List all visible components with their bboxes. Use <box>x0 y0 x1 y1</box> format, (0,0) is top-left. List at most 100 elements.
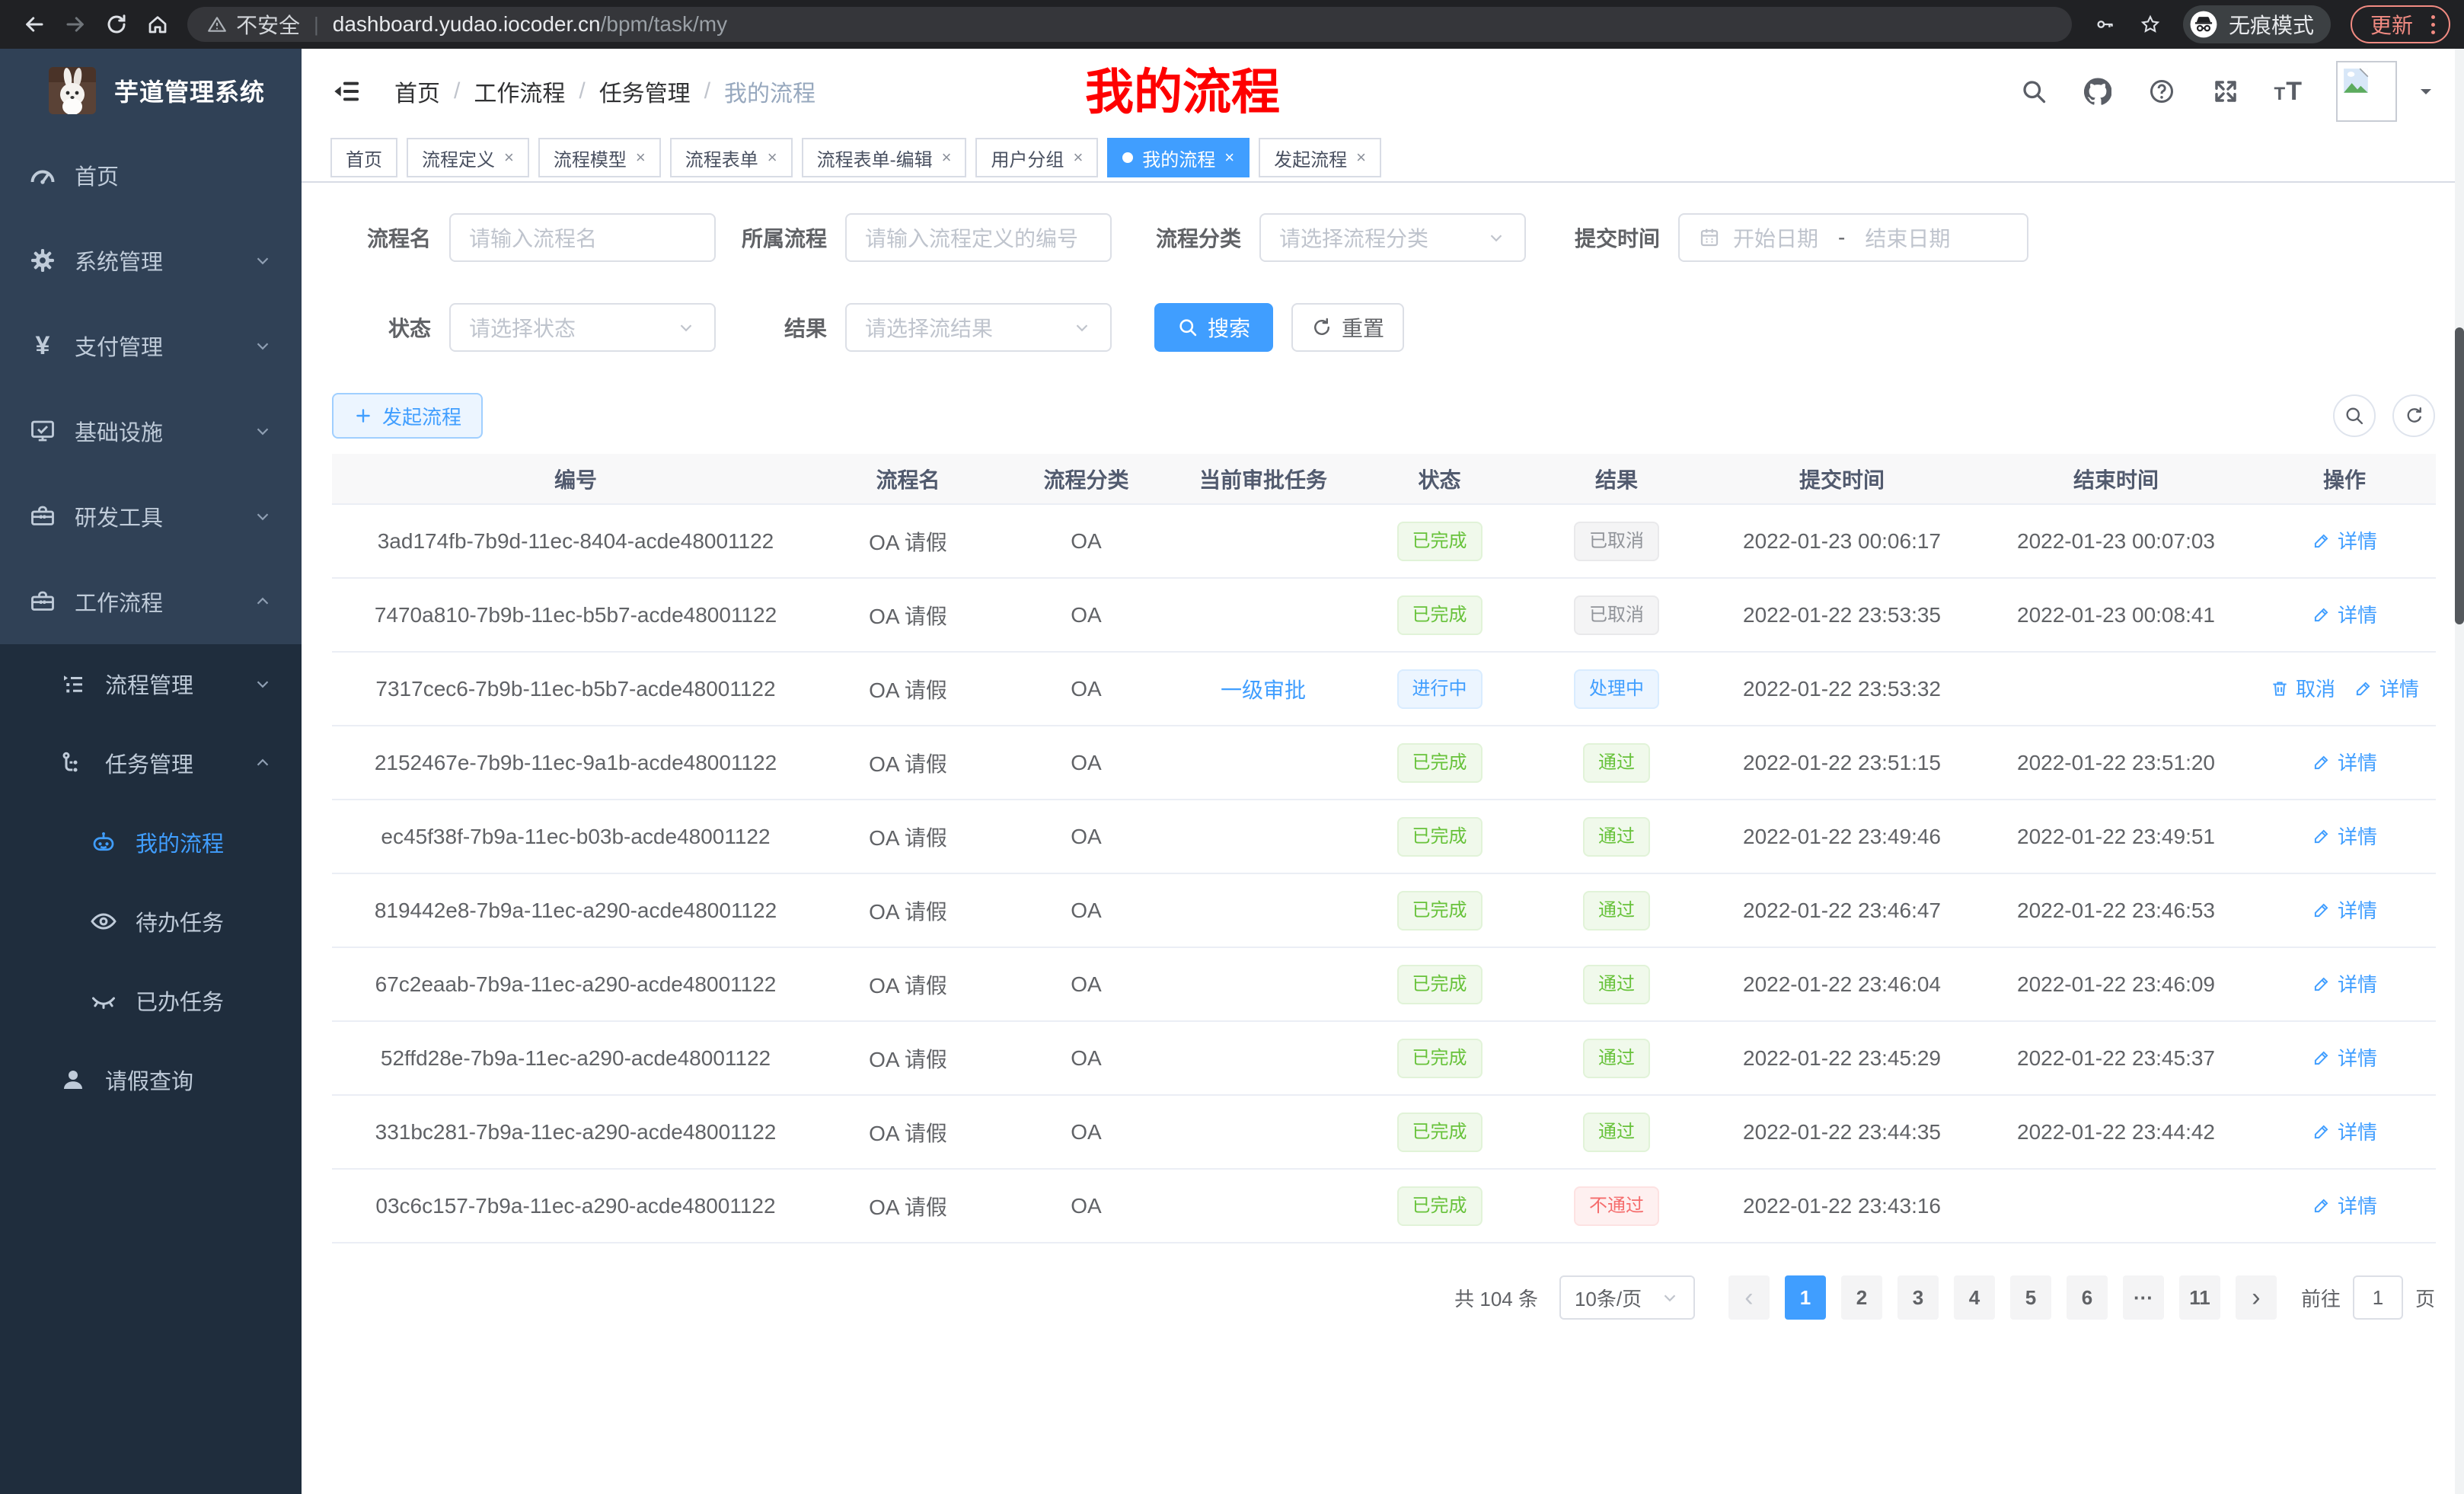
caret-down-icon <box>2417 82 2435 101</box>
browser-reload-button[interactable] <box>96 4 137 45</box>
sidebar-item-系统管理[interactable]: 系统管理 <box>0 218 302 303</box>
table-row: 331bc281-7b9a-11ec-a290-acde48001122OA 请… <box>332 1095 2436 1169</box>
action-label: 详情 <box>2338 822 2377 850</box>
scrollbar-track[interactable] <box>2455 49 2464 1494</box>
refresh-table-button[interactable] <box>2392 394 2435 437</box>
cell-result: 通过 <box>1528 726 1705 800</box>
category-select[interactable]: 请选择流程分类 <box>1259 213 1526 262</box>
table-row: 7470a810-7b9b-11ec-b5b7-acde48001122OA 请… <box>332 578 2436 652</box>
start-date-input[interactable]: 开始日期 <box>1733 222 1818 253</box>
cell-category: OA <box>997 652 1176 726</box>
status-badge: 已完成 <box>1397 743 1483 783</box>
tab-发起流程[interactable]: 发起流程× <box>1259 138 1381 177</box>
avatar[interactable] <box>2336 61 2397 122</box>
sidebar-item-研发工具[interactable]: 研发工具 <box>0 474 302 559</box>
breadcrumb-item[interactable]: 任务管理 <box>599 75 691 108</box>
close-icon[interactable]: × <box>1224 149 1234 166</box>
process-definition-input[interactable]: 请输入流程定义的编号 <box>845 213 1112 262</box>
tab-首页[interactable]: 首页 <box>330 138 397 177</box>
page-button-2[interactable]: 2 <box>1841 1275 1882 1320</box>
broken-image-icon <box>2342 67 2371 96</box>
sidebar-item-我的流程[interactable]: 我的流程 <box>0 803 302 882</box>
detail-link[interactable]: 详情 <box>2312 600 2377 628</box>
sidebar-item-请假查询[interactable]: 请假查询 <box>0 1040 302 1119</box>
detail-link[interactable]: 详情 <box>2312 526 2377 554</box>
detail-link[interactable]: 详情 <box>2312 822 2377 850</box>
detail-link[interactable]: 详情 <box>2312 1043 2377 1071</box>
more-pages-button[interactable]: ··· <box>2123 1275 2164 1320</box>
page-button-3[interactable]: 3 <box>1897 1275 1939 1320</box>
close-icon[interactable]: × <box>504 149 514 166</box>
close-icon[interactable]: × <box>768 149 777 166</box>
close-icon[interactable]: × <box>1073 149 1083 166</box>
detail-link[interactable]: 详情 <box>2354 674 2419 702</box>
detail-link[interactable]: 详情 <box>2312 969 2377 998</box>
status-select[interactable]: 请选择状态 <box>449 303 716 352</box>
breadcrumb-item[interactable]: 首页 <box>394 75 440 108</box>
search-button[interactable]: 搜索 <box>1154 303 1273 352</box>
process-name-input[interactable]: 请输入流程名 <box>449 213 716 262</box>
page-button-4[interactable]: 4 <box>1954 1275 1995 1320</box>
end-date-input[interactable]: 结束日期 <box>1865 222 1950 253</box>
help-button[interactable] <box>2146 76 2177 107</box>
cell-process-name: OA 请假 <box>819 652 997 726</box>
close-icon[interactable]: × <box>636 149 646 166</box>
next-page-button[interactable]: › <box>2236 1275 2277 1320</box>
sidebar-item-已办任务[interactable]: 已办任务 <box>0 961 302 1040</box>
prev-page-button[interactable]: ‹ <box>1728 1275 1770 1320</box>
detail-link[interactable]: 详情 <box>2312 1191 2377 1219</box>
page-button-11[interactable]: 11 <box>2179 1275 2220 1320</box>
page-button-6[interactable]: 6 <box>2067 1275 2108 1320</box>
sidebar-item-支付管理[interactable]: ¥支付管理 <box>0 303 302 388</box>
tab-流程表单[interactable]: 流程表单× <box>670 138 793 177</box>
detail-link[interactable]: 详情 <box>2312 748 2377 776</box>
reset-button[interactable]: 重置 <box>1291 303 1404 352</box>
font-size-button[interactable]: TT <box>2274 77 2303 107</box>
create-process-button[interactable]: 发起流程 <box>332 393 483 439</box>
forward-icon <box>64 13 87 36</box>
browser-forward-button[interactable] <box>55 4 96 45</box>
toggle-search-button[interactable] <box>2333 394 2376 437</box>
sidebar-collapse-button[interactable] <box>330 75 364 108</box>
address-bar[interactable]: 不安全 | dashboard.yudao.iocoder.cn/bpm/tas… <box>187 7 2072 42</box>
sidebar-item-基础设施[interactable]: 基础设施 <box>0 388 302 474</box>
cell-category: OA <box>997 1021 1176 1095</box>
close-icon[interactable]: × <box>1356 149 1366 166</box>
fullscreen-button[interactable] <box>2210 76 2241 107</box>
tab-流程定义[interactable]: 流程定义× <box>407 138 529 177</box>
current-task-link[interactable]: 一级审批 <box>1221 678 1306 702</box>
browser-back-button[interactable] <box>14 4 55 45</box>
detail-link[interactable]: 详情 <box>2312 1117 2377 1145</box>
sidebar-item-首页[interactable]: 首页 <box>0 132 302 218</box>
sidebar-item-流程管理[interactable]: 流程管理 <box>0 644 302 723</box>
goto-page-input[interactable]: 1 <box>2353 1275 2403 1320</box>
user-menu-caret[interactable] <box>2417 82 2435 101</box>
breadcrumb-item[interactable]: 工作流程 <box>474 75 565 108</box>
cancel-link[interactable]: 取消 <box>2270 674 2335 702</box>
page-button-5[interactable]: 5 <box>2010 1275 2051 1320</box>
browser-home-button[interactable] <box>137 4 178 45</box>
sidebar-item-工作流程[interactable]: 工作流程 <box>0 559 302 644</box>
browser-menu-icon[interactable] <box>2425 13 2441 36</box>
password-key-button[interactable] <box>2086 5 2124 43</box>
sidebar-item-待办任务[interactable]: 待办任务 <box>0 882 302 961</box>
browser-update-button[interactable]: 更新 <box>2351 5 2450 43</box>
result-select[interactable]: 请选择流结果 <box>845 303 1112 352</box>
sidebar-item-任务管理[interactable]: 任务管理 <box>0 723 302 803</box>
scrollbar-thumb[interactable] <box>2455 327 2464 624</box>
page-size-select[interactable]: 10条/页 <box>1559 1275 1695 1320</box>
github-link[interactable] <box>2083 76 2113 107</box>
detail-link[interactable]: 详情 <box>2312 895 2377 924</box>
date-range-picker[interactable]: 开始日期 - 结束日期 <box>1678 213 2028 262</box>
tab-用户分组[interactable]: 用户分组× <box>975 138 1098 177</box>
sidebar-menu: 首页系统管理¥支付管理基础设施研发工具工作流程 <box>0 132 302 644</box>
header-search-button[interactable] <box>2019 76 2049 107</box>
process-name-label: 流程名 <box>332 222 431 253</box>
cell-actions: 详情 <box>2253 726 2436 800</box>
tab-我的流程[interactable]: 我的流程× <box>1107 138 1250 177</box>
bookmark-star-button[interactable] <box>2131 5 2169 43</box>
page-button-1[interactable]: 1 <box>1785 1275 1826 1320</box>
tab-流程模型[interactable]: 流程模型× <box>538 138 661 177</box>
close-icon[interactable]: × <box>942 149 952 166</box>
tab-流程表单-编辑[interactable]: 流程表单-编辑× <box>802 138 967 177</box>
